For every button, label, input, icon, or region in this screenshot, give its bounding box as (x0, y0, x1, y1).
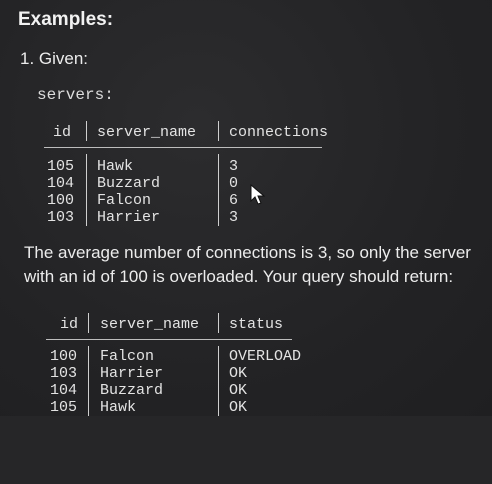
table-row: 100 Falcon OVERLOAD (0, 348, 301, 365)
problem-description: Examples: 1. Given: servers: id server_n… (0, 0, 492, 416)
cell-id: 105 (50, 399, 78, 416)
cell-status: OK (229, 382, 248, 399)
table-row: 104 Buzzard OK (0, 382, 247, 399)
cell-id: 100 (50, 348, 78, 365)
column-divider (218, 346, 219, 416)
mouse-pointer-icon (250, 184, 266, 205)
cell-id: 104 (50, 382, 78, 399)
header-id: id (60, 316, 79, 333)
column-divider (88, 346, 89, 416)
cell-status: OVERLOAD (229, 348, 302, 365)
column-divider (218, 313, 219, 333)
cell-id: 103 (50, 365, 78, 382)
cell-server-name: Hawk (100, 399, 137, 416)
cell-server-name: Harrier (100, 365, 164, 382)
header-rule (46, 339, 292, 340)
result-table: id server_name status 100 Falcon OVERLOA… (0, 0, 492, 416)
cell-status: OK (229, 399, 248, 416)
result-table-header: id server_name status (0, 316, 283, 333)
cell-server-name: Buzzard (100, 382, 164, 399)
column-divider (88, 313, 89, 333)
header-server-name: server_name (100, 316, 200, 333)
table-row: 105 Hawk OK (0, 399, 247, 416)
header-status: status (229, 316, 284, 333)
cell-status: OK (229, 365, 248, 382)
table-row: 103 Harrier OK (0, 365, 247, 382)
cell-server-name: Falcon (100, 348, 155, 365)
